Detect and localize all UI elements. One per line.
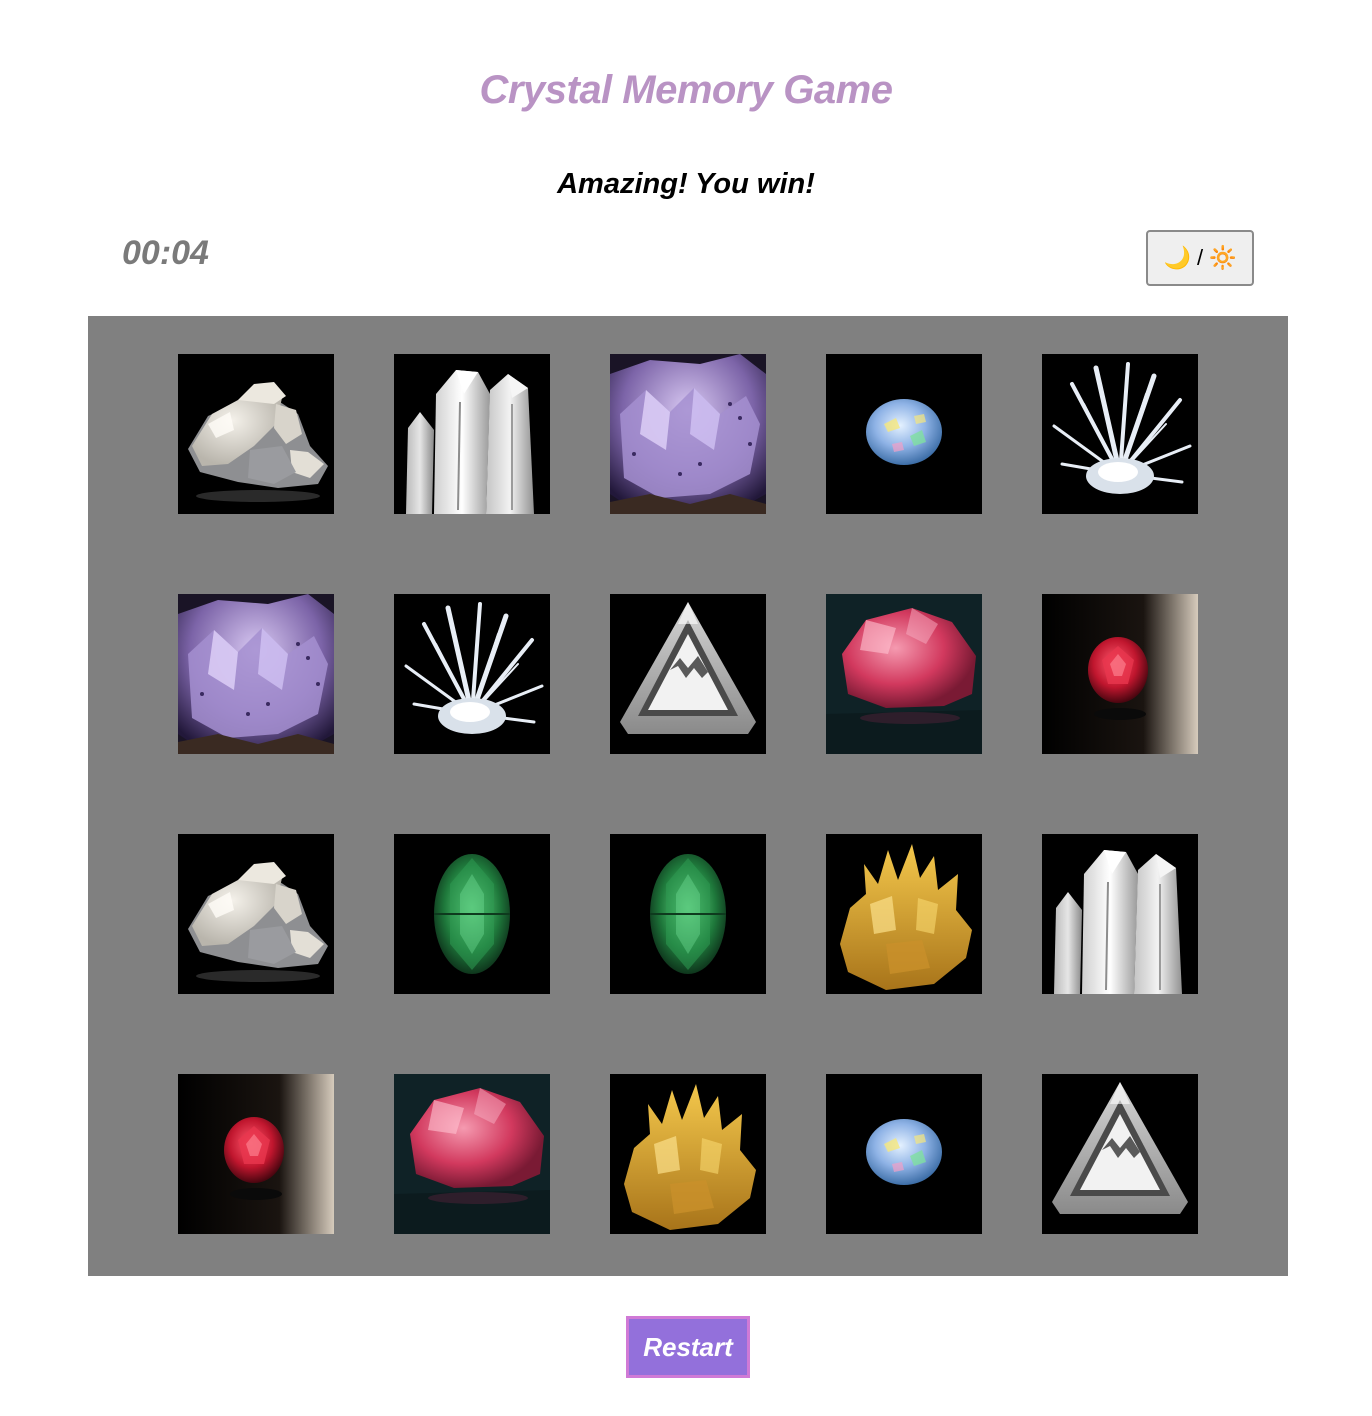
memory-card-calcite-cluster[interactable] — [178, 834, 334, 994]
page-title: Crystal Memory Game — [479, 68, 893, 112]
clear-needle-cluster-icon — [1042, 354, 1198, 514]
memory-card-calcite-cluster[interactable] — [178, 354, 334, 514]
game-board — [88, 316, 1288, 1276]
memory-card-rough-pink-spinel[interactable] — [394, 1074, 550, 1234]
golden-wulfenite-icon — [610, 1074, 766, 1234]
memory-card-diamond-trigon[interactable] — [1042, 1074, 1198, 1234]
memory-card-quartz-points[interactable] — [1042, 834, 1198, 994]
opal-cabochon-icon — [826, 1074, 982, 1234]
memory-card-amethyst-fluorite[interactable] — [610, 354, 766, 514]
quartz-points-icon — [394, 354, 550, 514]
memory-card-quartz-points[interactable] — [394, 354, 550, 514]
memory-card-clear-needle-cluster[interactable] — [1042, 354, 1198, 514]
faceted-red-ruby-icon — [1042, 594, 1198, 754]
memory-card-rough-pink-spinel[interactable] — [826, 594, 982, 754]
diamond-trigon-icon — [610, 594, 766, 754]
faceted-green-emerald-icon — [394, 834, 550, 994]
quartz-points-icon — [1042, 834, 1198, 994]
rough-pink-spinel-icon — [394, 1074, 550, 1234]
memory-card-faceted-green-emerald[interactable] — [610, 834, 766, 994]
memory-card-faceted-red-ruby[interactable] — [178, 1074, 334, 1234]
clear-needle-cluster-icon — [394, 594, 550, 754]
memory-card-faceted-green-emerald[interactable] — [394, 834, 550, 994]
diamond-trigon-icon — [1042, 1074, 1198, 1234]
memory-card-golden-wulfenite[interactable] — [610, 1074, 766, 1234]
amethyst-fluorite-icon — [610, 354, 766, 514]
golden-wulfenite-icon — [826, 834, 982, 994]
memory-card-faceted-red-ruby[interactable] — [1042, 594, 1198, 754]
game-status-message: Amazing! You win! — [557, 168, 815, 200]
memory-card-opal-cabochon[interactable] — [826, 354, 982, 514]
theme-toggle-button[interactable]: 🌙 / 🔆 — [1146, 230, 1254, 286]
memory-card-amethyst-fluorite[interactable] — [178, 594, 334, 754]
amethyst-fluorite-icon — [178, 594, 334, 754]
restart-button[interactable]: Restart — [626, 1316, 750, 1378]
calcite-cluster-icon — [178, 834, 334, 994]
faceted-green-emerald-icon — [610, 834, 766, 994]
rough-pink-spinel-icon — [826, 594, 982, 754]
opal-cabochon-icon — [826, 354, 982, 514]
memory-card-diamond-trigon[interactable] — [610, 594, 766, 754]
calcite-cluster-icon — [178, 354, 334, 514]
faceted-red-ruby-icon — [178, 1074, 334, 1234]
memory-card-opal-cabochon[interactable] — [826, 1074, 982, 1234]
sun-icon: 🔆 — [1209, 245, 1237, 270]
memory-card-clear-needle-cluster[interactable] — [394, 594, 550, 754]
moon-icon: 🌙 — [1163, 245, 1191, 270]
theme-toggle-separator: / — [1196, 245, 1204, 270]
game-timer: 00:04 — [122, 234, 209, 272]
memory-card-golden-wulfenite[interactable] — [826, 834, 982, 994]
